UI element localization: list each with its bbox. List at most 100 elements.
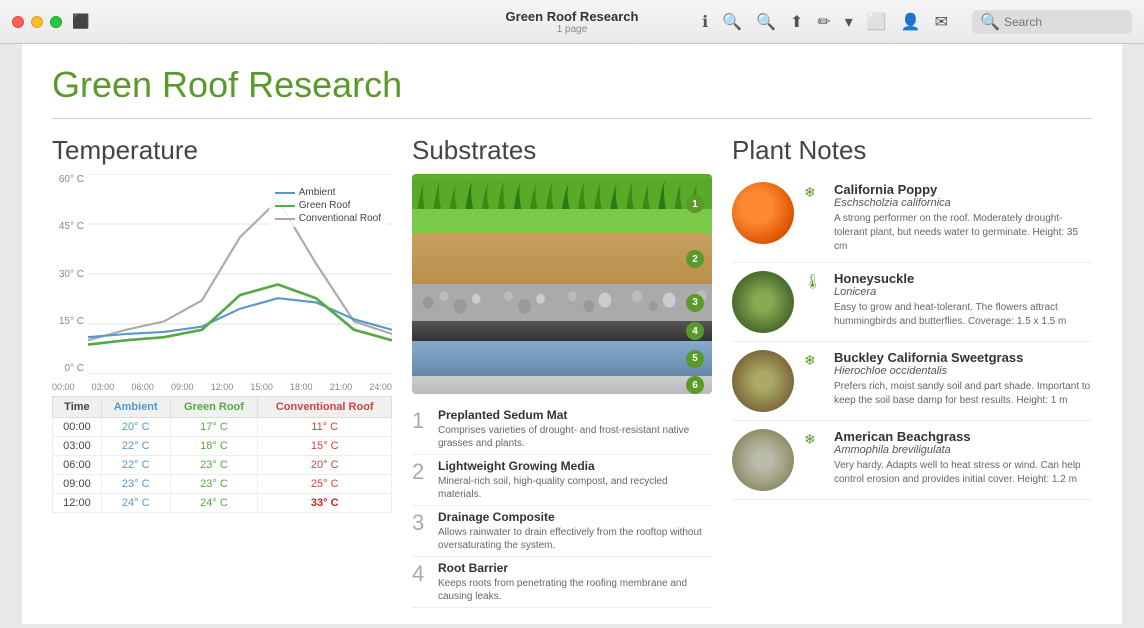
sidebar-toggle-icon[interactable]: ⬛	[72, 13, 89, 30]
table-row: 03:00 22° C 18° C 15° C	[53, 437, 392, 456]
conventional-line	[275, 218, 295, 220]
titlebar: ⬛ Green Roof Research 1 page ℹ 🔍 🔍 ⬆ ✏ ▾…	[0, 0, 1144, 44]
search-input[interactable]	[1004, 15, 1124, 29]
x-label-12: 12:00	[211, 382, 234, 392]
substrates-title: Substrates	[412, 135, 712, 166]
cell-ambient: 22° C	[101, 437, 170, 456]
plant-latin: Ammophila breviligulata	[834, 444, 1092, 456]
info-icon[interactable]: ℹ	[702, 12, 708, 32]
substrate-desc: Comprises varieties of drought- and fros…	[438, 424, 712, 450]
page-title: Green Roof Research	[52, 64, 1092, 119]
close-button[interactable]	[12, 16, 24, 28]
badge-5: 5	[686, 350, 704, 368]
y-label-60: 60° C	[52, 174, 88, 185]
x-label-24: 24:00	[369, 382, 392, 392]
plant-name: Buckley California Sweetgrass	[834, 350, 1092, 365]
cell-greenroof: 23° C	[170, 456, 258, 475]
document-title: Green Roof Research	[506, 9, 639, 24]
layer-soil: 2	[412, 234, 712, 284]
annotate-icon[interactable]: ✏	[817, 12, 830, 32]
cell-ambient: 20° C	[101, 418, 170, 437]
cell-time: 00:00	[53, 418, 102, 437]
search-icon: 🔍	[980, 12, 1000, 32]
cell-conv: 20° C	[258, 456, 392, 475]
substrate-list: 1 Preplanted Sedum Mat Comprises varieti…	[412, 404, 712, 608]
y-label-45: 45° C	[52, 221, 88, 232]
zoom-in-icon[interactable]: 🔍	[756, 12, 776, 32]
substrate-name: Preplanted Sedum Mat	[438, 408, 712, 422]
layer-grass: 1	[412, 174, 712, 234]
plant-icon-3: ❄	[804, 431, 824, 448]
plant-desc: Prefers rich, moist sandy soil and part …	[834, 380, 1092, 408]
ambient-label: Ambient	[299, 187, 336, 198]
plant-latin: Eschscholzia californica	[834, 197, 1092, 209]
plant-latin: Hierochloe occidentalis	[834, 365, 1092, 377]
add-page-icon[interactable]: ⬜	[867, 12, 887, 32]
list-item: ❄ Buckley California Sweetgrass Hierochl…	[732, 342, 1092, 421]
legend-conventional: Conventional Roof	[275, 213, 381, 224]
list-item: 4 Root Barrier Keeps roots from penetrat…	[412, 557, 712, 608]
greenroof-line	[275, 205, 295, 207]
plant-desc: A strong performer on the roof. Moderate…	[834, 212, 1092, 254]
list-item: 1 Preplanted Sedum Mat Comprises varieti…	[412, 404, 712, 455]
substrate-number: 2	[412, 461, 430, 483]
x-label-3: 03:00	[92, 382, 115, 392]
cell-time: 03:00	[53, 437, 102, 456]
substrate-name: Root Barrier	[438, 561, 712, 575]
cell-conv: 15° C	[258, 437, 392, 456]
plant-desc: Easy to grow and heat-tolerant. The flow…	[834, 301, 1092, 329]
substrate-number: 4	[412, 563, 430, 585]
substrate-name: Lightweight Growing Media	[438, 459, 712, 473]
cell-conv: 25° C	[258, 475, 392, 494]
chart-legend: Ambient Green Roof Conventional Roof	[269, 184, 387, 227]
x-label-6: 06:00	[131, 382, 154, 392]
maximize-button[interactable]	[50, 16, 62, 28]
list-item: 🌡 Honeysuckle Lonicera Easy to grow and …	[732, 263, 1092, 342]
plant-icon-2: ❄	[804, 352, 824, 369]
share-icon[interactable]: ⬆	[790, 12, 803, 32]
cell-time: 06:00	[53, 456, 102, 475]
substrate-desc: Keeps roots from penetrating the roofing…	[438, 577, 712, 603]
search-bar[interactable]: 🔍	[972, 10, 1132, 34]
chart-inner: Ambient Green Roof Conventional Roof	[88, 174, 392, 374]
x-label-18: 18:00	[290, 382, 313, 392]
chart-y-labels: 0° C 15° C 30° C 45° C 60° C	[52, 174, 88, 374]
plant-image-0	[732, 182, 794, 244]
plant-notes-column: Plant Notes ❄ California Poppy Eschschol…	[732, 135, 1092, 624]
content-columns: Temperature 0° C 15° C 30° C 45° C 60° C	[52, 135, 1092, 624]
plant-name: Honeysuckle	[834, 271, 1092, 286]
conventional-label: Conventional Roof	[299, 213, 381, 224]
ambient-line	[275, 192, 295, 194]
substrate-number: 3	[412, 512, 430, 534]
plant-name: California Poppy	[834, 182, 1092, 197]
cell-greenroof: 24° C	[170, 494, 258, 513]
x-label-0: 00:00	[52, 382, 75, 392]
plant-icon-0: ❄	[804, 184, 824, 201]
badge-4: 4	[686, 322, 704, 340]
plant-notes-title: Plant Notes	[732, 135, 1092, 166]
account-icon[interactable]: 👤	[901, 12, 921, 32]
cell-greenroof: 23° C	[170, 475, 258, 494]
cell-ambient: 24° C	[101, 494, 170, 513]
markup-icon[interactable]: ✉	[935, 12, 948, 32]
plant-name: American Beachgrass	[834, 429, 1092, 444]
plant-icon-1: 🌡	[804, 273, 824, 290]
plant-image-3	[732, 429, 794, 491]
greenroof-label: Green Roof	[299, 200, 351, 211]
layer-blue: 5	[412, 341, 712, 376]
temperature-column: Temperature 0° C 15° C 30° C 45° C 60° C	[52, 135, 392, 624]
table-row: 06:00 22° C 23° C 20° C	[53, 456, 392, 475]
layer-gravel: 3	[412, 284, 712, 321]
layer-dark: 4	[412, 321, 712, 341]
plant-image-1	[732, 271, 794, 333]
badge-6: 6	[686, 376, 704, 394]
col-time: Time	[53, 397, 102, 418]
cell-ambient: 22° C	[101, 456, 170, 475]
substrate-name: Drainage Composite	[438, 510, 712, 524]
minimize-button[interactable]	[31, 16, 43, 28]
cell-time: 12:00	[53, 494, 102, 513]
more-icon[interactable]: ▾	[845, 12, 853, 32]
y-label-15: 15° C	[52, 316, 88, 327]
table-row: 09:00 23° C 23° C 25° C	[53, 475, 392, 494]
zoom-out-icon[interactable]: 🔍	[722, 12, 742, 32]
